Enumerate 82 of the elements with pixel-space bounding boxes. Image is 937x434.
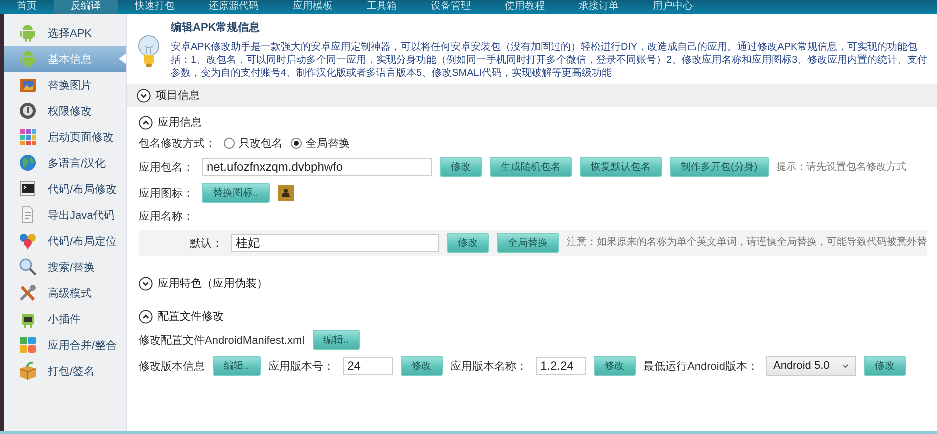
note-text: 注意：如果原来的名称为单个英文单词，请谨慎全局替换，可能导致代码被意外替 (567, 237, 927, 249)
sidebar-item[interactable]: 代码/布局修改 (4, 176, 126, 202)
action-button[interactable]: 修改 (594, 356, 636, 376)
version-code-field[interactable]: 24 (342, 357, 393, 375)
field-label: 修改配置文件AndroidManifest.xml (139, 334, 305, 348)
nav-tab[interactable]: 承接订单 (562, 0, 636, 14)
search-icon (18, 257, 38, 277)
section-header[interactable]: 应用特色（应用伪装） (139, 276, 927, 291)
color-grid-icon (18, 127, 38, 147)
field-label: 默认： (189, 236, 223, 250)
dial-icon (18, 101, 38, 121)
nav-tab[interactable]: 用户中心 (636, 0, 710, 14)
nav-tab[interactable]: 设备管理 (414, 0, 488, 14)
nav-tab[interactable]: 工具箱 (350, 0, 414, 14)
lightbulb-icon (137, 34, 161, 68)
caret-icon (842, 364, 849, 368)
sidebar-item[interactable]: 启动页面修改 (4, 124, 126, 150)
action-button[interactable]: 修改 (400, 356, 443, 376)
package-name-field[interactable]: net.ufozfnxzqm.dvbphwfo (202, 158, 432, 176)
collapse-icon (139, 116, 153, 130)
edit-button[interactable]: 编辑.. (213, 356, 261, 376)
radio-label: 只改包名 (239, 137, 283, 151)
expand-icon (139, 276, 153, 290)
action-button[interactable]: 修改 (440, 157, 482, 177)
nav-tab[interactable]: 快速打包 (118, 0, 192, 14)
action-button[interactable]: 恢复默认包名 (580, 157, 662, 177)
app-icon (278, 185, 294, 201)
action-button[interactable]: 修改 (447, 233, 489, 253)
terminal-icon (18, 179, 38, 199)
field-label: 应用包名： (139, 160, 194, 174)
action-button[interactable]: 修改 (864, 356, 906, 376)
radio-button[interactable] (224, 138, 235, 149)
sidebar-item[interactable]: 小插件 (4, 306, 126, 332)
field-label: 包名修改方式： (139, 136, 216, 151)
nav-tab[interactable]: 应用模板 (276, 0, 350, 14)
android-version-dropdown[interactable]: Android 5.0 (766, 356, 856, 376)
sidebar-item[interactable]: 应用合并/整合 (4, 332, 126, 358)
intro-text: 安卓APK修改助手是一款强大的安卓应用定制神器，可以将任何安卓安装包（没有加固过的）轻松进行DIY，改造成自己的应用。通过修改APK常规信息，可实现的功能包括：1、改包名，可以同时启动多个同一应用，实现分身功能（例如同一手机同时打开多个微信，登录不同账号）2、修改应用名称和应用图标3、修改应用内置的统计、支付参数，变为自的支付账号4、制作汉化版或者多语言版本5、修改SMALI代码，实现破解等更高级功能 (171, 41, 929, 80)
action-button[interactable]: 全局替换 (497, 233, 559, 253)
radio-option[interactable]: 只改包名 (224, 136, 283, 151)
android-icon (18, 49, 38, 69)
nav-tab[interactable]: 反编译 (54, 0, 118, 14)
field-label: 最低运行Android版本： (644, 360, 758, 374)
field-label: 应用图标： (139, 186, 194, 200)
sidebar-item[interactable]: 选择APK (4, 20, 126, 46)
sidebar-item[interactable]: 导出Java代码 (4, 202, 126, 228)
hint-text: 提示：请先设置包名修改方式 (776, 160, 907, 174)
edit-button[interactable]: 编辑.. (312, 330, 360, 350)
sidebar-item[interactable]: 高级模式 (4, 280, 126, 306)
map-pins-icon (18, 231, 38, 251)
nav-tab[interactable]: 还原源代码 (192, 0, 276, 14)
sidebar-item[interactable]: 代码/布局定位 (4, 228, 126, 254)
nav-tab[interactable]: 首页 (0, 0, 54, 14)
field-label: 应用版本名称： (450, 360, 528, 374)
radio-label: 全局替换 (306, 137, 350, 151)
section-header[interactable]: 配置文件修改 (139, 309, 927, 324)
section-header[interactable]: 应用信息 (139, 115, 927, 130)
tools-icon (18, 283, 38, 303)
android-icon (18, 23, 38, 43)
tiles-icon (18, 335, 38, 355)
app-name-field[interactable]: 桂妃 (231, 234, 439, 252)
field-label: 应用版本号： (268, 360, 335, 374)
intro-title: 编辑APK常规信息 (171, 20, 262, 35)
sidebar-item[interactable]: 搜索/替换 (4, 254, 126, 280)
nav-tab[interactable]: 使用教程 (488, 0, 562, 14)
sidebar-item[interactable]: 多语言/汉化 (4, 150, 126, 176)
radio-button[interactable] (291, 138, 302, 149)
sidebar-item[interactable]: 打包/签名 (4, 358, 126, 384)
replace-icon-button[interactable]: 替换图标.. (202, 183, 270, 203)
radio-option[interactable]: 全局替换 (291, 136, 350, 151)
section-header[interactable]: 项目信息 (137, 88, 200, 103)
globe-icon (18, 153, 38, 173)
action-button[interactable]: 生成随机包名 (490, 157, 572, 177)
collapse-icon (139, 310, 153, 324)
expand-icon (137, 88, 151, 102)
sidebar-item[interactable]: 替换图片 (4, 72, 126, 98)
box-icon (18, 361, 38, 381)
sidebar-item[interactable]: 权限修改 (4, 98, 126, 124)
action-button[interactable]: 制作多开包(分身) (670, 157, 769, 177)
version-name-field[interactable]: 1.2.24 (536, 357, 586, 375)
field-label: 应用名称： (139, 210, 195, 224)
field-label: 修改版本信息 (139, 360, 205, 374)
